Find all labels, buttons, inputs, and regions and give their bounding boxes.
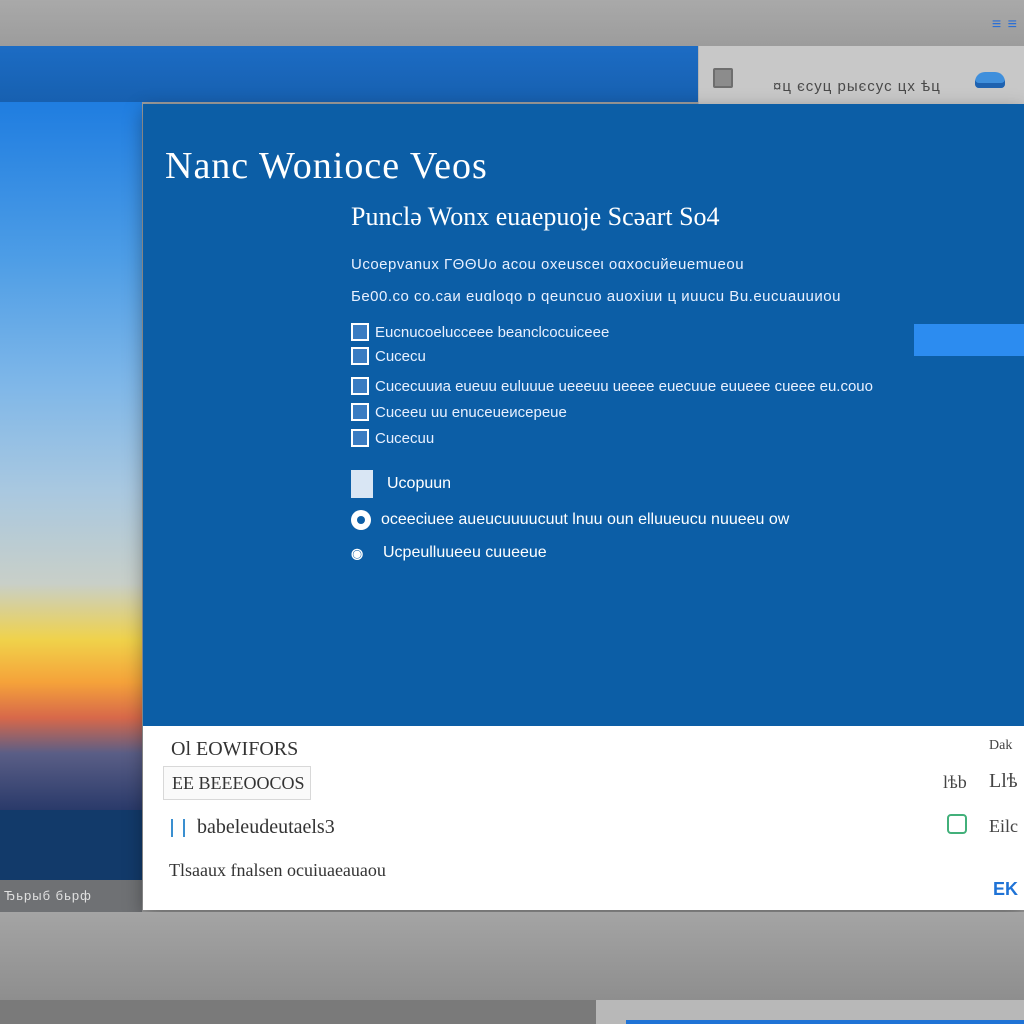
option-row[interactable]: oceeciuee aueucuuuucuut lnuu oun elluueu… [351, 510, 789, 530]
item-icon [351, 403, 369, 421]
lower-heading: Ol EOWIFORS [171, 738, 299, 760]
list-item-label: Cucecuu [375, 429, 435, 447]
cloud-icon[interactable] [975, 72, 1005, 88]
item-icon [351, 323, 369, 341]
list-item-label: Cucecu [375, 347, 426, 365]
checkbox-icon[interactable] [171, 818, 185, 837]
corner-menu-icon[interactable]: ≡ ≡ [992, 16, 1018, 34]
list-item[interactable]: Cucecuuиa eueuu euluuue ueeeuu ueeee eue… [351, 376, 873, 396]
status-chip-icon[interactable] [947, 814, 967, 834]
option-label: Ucopuun [387, 475, 452, 492]
taskbar-segment[interactable]: Ђьрыб бьрф [0, 880, 142, 912]
list-item-label: Cucecuuиa eueuu euluuue ueeeuu ueeee eue… [375, 377, 873, 395]
list-item-label: Cuceeu uu enuceueиcepeue [375, 403, 567, 421]
body-text-line-1: Ucoepvanux ГΘΘUo acou oxeusceι oɑхocuйeu… [351, 256, 745, 273]
header-panel-label: ¤ц єсуц рыєсус цх ѣц [773, 78, 941, 95]
desktop-wallpaper-dark [0, 810, 142, 880]
accent-button[interactable] [914, 324, 1024, 356]
option-label: Ucpeulluueeu cuueeue [383, 544, 547, 561]
header-panel: ¤ц єсуц рыєсус цх ѣц [698, 46, 1024, 106]
option-row[interactable]: ◉ Ucpeulluueeu cuueeue [351, 544, 547, 562]
item-icon [351, 347, 369, 365]
right-mid-left-label: lѣb [943, 772, 967, 792]
dialog-title: Nanc Wonioce Veos [165, 145, 488, 187]
dialog-lower-panel: Ol EOWIFORS EE BEEEOOCOS babeleudeutaels… [143, 726, 1024, 910]
lower-footer-text: Tlsaaux fnalsen ocuiuaeauaou [169, 860, 386, 880]
app-icon[interactable] [713, 68, 733, 88]
lower-input-field[interactable]: EE BEEEOOCOS [163, 766, 311, 800]
top-bar: ≡ ≡ [0, 0, 1024, 46]
list-item[interactable]: Cucecuu [351, 428, 434, 448]
ok-link[interactable]: EK [993, 879, 1018, 900]
taskbar-window-button[interactable] [596, 1000, 1024, 1024]
lower-checkbox-row[interactable]: babeleudeutaels3 [171, 816, 335, 839]
list-item-label: Eucnucoelucceee beanclcocuiceee [375, 323, 610, 341]
lower-row-label: babeleudeutaels3 [197, 816, 335, 838]
desktop-area [0, 912, 1024, 1000]
taskbar [0, 1000, 1024, 1024]
radio-icon[interactable] [351, 510, 371, 530]
option-label: oceeciuee aueucuuuucuut lnuu oun elluueu… [381, 511, 790, 528]
list-item[interactable]: Cucecu [351, 346, 426, 366]
right-mid-right-label: Llѣ [989, 770, 1018, 792]
right-row-label: Eilc [989, 816, 1018, 836]
list-item[interactable]: Eucnucoelucceee beanclcocuiceee [351, 322, 609, 342]
item-icon [351, 429, 369, 447]
desktop-wallpaper [0, 102, 142, 810]
option-row[interactable]: Ucopuun [351, 470, 451, 498]
right-top-label: Dak [989, 738, 1013, 753]
dialog-subtitle: Punclə Wonx euaepuoje Scəart So4 [351, 202, 720, 231]
header-band [0, 46, 698, 102]
item-icon [351, 377, 369, 395]
checkbox-icon[interactable] [351, 470, 377, 498]
info-icon: ◉ [351, 544, 364, 561]
setup-dialog: Nanc Wonioce Veos Punclə Wonx euaepuoje … [143, 104, 1024, 910]
body-text-line-2: Бe00.co co.caи euɑloqo ɒ qeuncuo auoxiuи… [351, 288, 841, 305]
dialog-blue-panel: Nanc Wonioce Veos Punclə Wonx euaepuoje … [143, 104, 1024, 726]
list-item[interactable]: Cuceeu uu enuceueиcepeue [351, 402, 567, 422]
